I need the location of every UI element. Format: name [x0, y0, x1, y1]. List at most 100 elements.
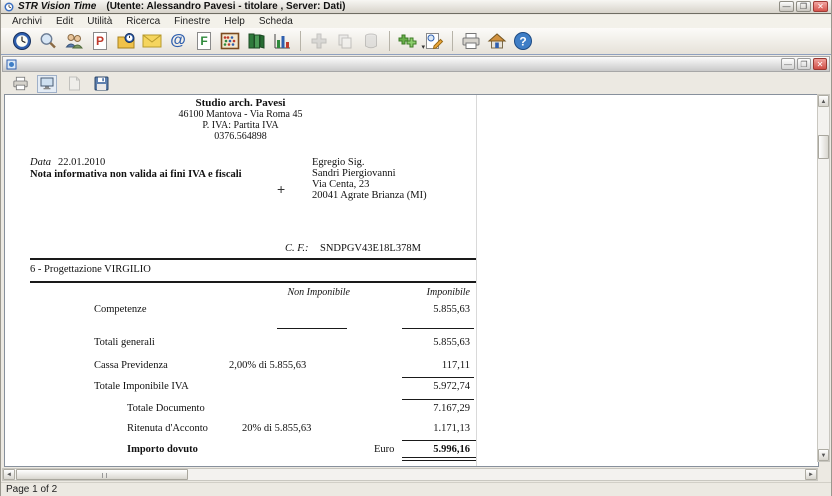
abacus-icon[interactable]	[217, 29, 243, 53]
print-icon[interactable]	[10, 75, 30, 93]
section-title: 6 - Progettazione VIRGILIO	[30, 264, 151, 275]
svg-text:F: F	[200, 34, 207, 48]
row-label: Totale Documento	[127, 403, 205, 414]
preview-toolbar	[2, 73, 830, 94]
preview-window-icon	[6, 59, 17, 70]
menu-ricerca[interactable]: Ricerca	[119, 15, 167, 28]
document-p-icon[interactable]: P	[87, 29, 113, 53]
preview-window-titlebar[interactable]: — ❐ ✕	[2, 56, 830, 72]
menu-archivi[interactable]: Archivi	[5, 15, 49, 28]
menu-utilita[interactable]: Utilità	[80, 15, 119, 28]
menu-finestre[interactable]: Finestre	[167, 15, 217, 28]
scroll-right-button[interactable]: ►	[805, 469, 817, 480]
column-non-imponibile: Non Imponibile	[250, 287, 350, 298]
mail-icon[interactable]	[139, 29, 165, 53]
section-rule-top	[30, 258, 476, 260]
mdi-minimize-button[interactable]: —	[781, 58, 795, 70]
row-value: 5.855,63	[370, 304, 470, 315]
app-window: { "window": { "app_name": "STR Vision Ti…	[0, 0, 832, 496]
restore-button[interactable]: ❐	[796, 1, 811, 12]
preview-monitor-icon[interactable]	[37, 75, 57, 93]
section-rule-bottom	[30, 281, 476, 283]
users-icon[interactable]	[61, 29, 87, 53]
note-text: Nota informativa non valida ai fini IVA …	[30, 169, 242, 180]
page-icon	[64, 75, 84, 93]
toolbar-separator	[389, 31, 390, 51]
date-label: Data	[30, 157, 51, 168]
horizontal-scrollbar[interactable]: ◄ ►	[2, 468, 818, 481]
toolbar-separator	[452, 31, 453, 51]
toolbar-separator	[300, 31, 301, 51]
close-button[interactable]: ✕	[813, 1, 828, 12]
menu-scheda[interactable]: Scheda	[252, 15, 300, 28]
window-title-suffix: (Utente: Alessandro Pavesi - titolare , …	[106, 1, 345, 12]
time-icon[interactable]	[9, 29, 35, 53]
report-page: Studio arch. Pavesi 46100 Mantova - Via …	[5, 95, 476, 466]
menu-edit[interactable]: Edit	[49, 15, 80, 28]
letterhead-name: Studio arch. Pavesi	[5, 97, 476, 109]
row-value: 5.996,16	[370, 444, 470, 455]
total-rule	[402, 399, 474, 400]
edit-icon[interactable]	[421, 29, 447, 53]
recipient-street: Via Centa, 23	[312, 179, 369, 190]
print-icon[interactable]	[458, 29, 484, 53]
horizontal-scroll-thumb[interactable]	[16, 469, 188, 480]
home-icon[interactable]	[484, 29, 510, 53]
row-label: Importo dovuto	[127, 444, 198, 455]
chart-icon[interactable]	[269, 29, 295, 53]
double-underline-top	[402, 457, 476, 458]
double-underline-bottom	[402, 460, 476, 461]
scroll-up-button[interactable]: ▲	[818, 95, 829, 107]
grand-total-rule	[402, 440, 476, 441]
mdi-restore-button[interactable]: ❐	[797, 58, 811, 70]
svg-text:P: P	[96, 34, 104, 48]
total-rule	[402, 377, 474, 378]
save-icon[interactable]	[91, 75, 111, 93]
mdi-close-button[interactable]: ✕	[813, 58, 827, 70]
row-value: 7.167,29	[370, 403, 470, 414]
row-value: 5.972,74	[370, 381, 470, 392]
status-bar: Page 1 of 2	[1, 482, 831, 496]
letterhead-piva: P. IVA: Partita IVA	[5, 120, 476, 131]
search-icon[interactable]	[35, 29, 61, 53]
cf-label: C. F.:	[285, 243, 308, 254]
table-row-cassa-previdenza: Cassa Previdenza 2,00% di 5.855,63 117,1…	[5, 360, 476, 373]
recipient-name: Sandri Piergiovanni	[312, 168, 396, 179]
books-icon[interactable]	[243, 29, 269, 53]
table-row-importo-dovuto: Importo dovuto Euro 5.996,16	[5, 444, 476, 457]
document-preview-area[interactable]: Studio arch. Pavesi 46100 Mantova - Via …	[4, 94, 819, 467]
recipient-city: 20041 Agrate Brianza (MI)	[312, 190, 427, 201]
window-titlebar[interactable]: STR Vision Time (Utente: Alessandro Pave…	[1, 0, 831, 14]
minimize-button[interactable]: —	[779, 1, 794, 12]
letterhead-address: 46100 Mantova - Via Roma 45	[5, 109, 476, 120]
at-icon[interactable]: @	[165, 29, 191, 53]
copy-icon	[332, 29, 358, 53]
vertical-scrollbar[interactable]: ▲ ▼	[817, 94, 830, 462]
window-title-app: STR Vision Time	[18, 1, 96, 12]
cf-value: SNDPGV43E18L378M	[320, 243, 421, 254]
folder-clock-icon[interactable]	[113, 29, 139, 53]
table-row-totali-generali: Totali generali 5.855,63	[5, 337, 476, 350]
recipient-salutation: Egregio Sig.	[312, 157, 365, 168]
table-row-competenze: Competenze 5.855,63	[5, 304, 476, 317]
vertical-scroll-thumb[interactable]	[818, 135, 829, 159]
row-label: Competenze	[94, 304, 146, 315]
date-value: 22.01.2010	[58, 157, 105, 168]
subtotal-rule-right	[402, 328, 474, 329]
crop-mark: +	[277, 181, 285, 197]
row-detail: 20% di 5.855,63	[242, 423, 311, 434]
scroll-left-button[interactable]: ◄	[3, 469, 15, 480]
row-detail: 2,00% di 5.855,63	[229, 360, 306, 371]
row-label: Totali generali	[94, 337, 155, 348]
help-icon[interactable]: ?	[510, 29, 536, 53]
table-row-totale-imponibile-iva: Totale Imponibile IVA 5.972,74	[5, 381, 476, 394]
subtotal-rule-left	[277, 328, 347, 329]
menu-help[interactable]: Help	[217, 15, 252, 28]
document-f-icon[interactable]: F	[191, 29, 217, 53]
letterhead-phone: 0376.564898	[5, 131, 476, 142]
scroll-down-button[interactable]: ▼	[818, 449, 829, 461]
row-value: 117,11	[370, 360, 470, 371]
add-multi-icon[interactable]: ▾	[395, 29, 421, 53]
page-indicator: Page 1 of 2	[6, 484, 57, 495]
table-row-totale-documento: Totale Documento 7.167,29	[5, 403, 476, 416]
